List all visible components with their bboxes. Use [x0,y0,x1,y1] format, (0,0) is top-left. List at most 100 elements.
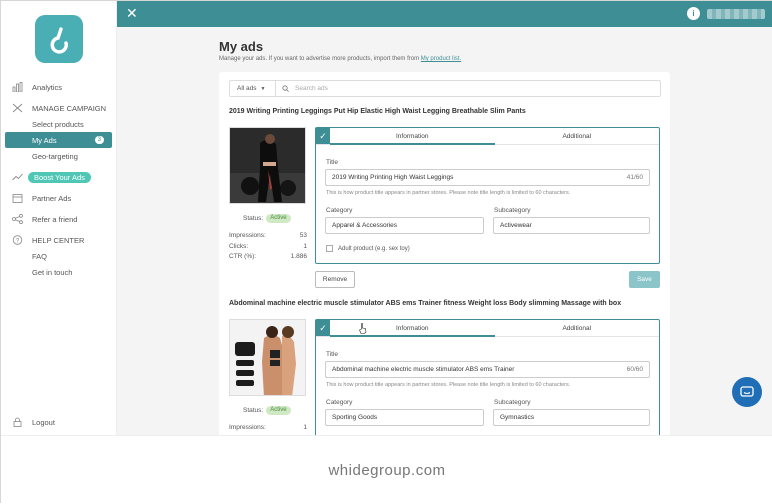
clicks-label: Clicks: [229,242,249,250]
checkbox-icon [326,245,333,252]
app-logo[interactable] [35,15,83,63]
title-field-label: Title [326,351,339,358]
adult-product-label: Adult product (e.g. sex toy) [338,245,410,252]
sidebar-section-help-center: ? HELP CENTER [1,232,117,248]
status-badge: Active [266,214,291,223]
check-icon[interactable]: ✓ [316,128,330,144]
impressions-label: Impressions: [229,232,266,239]
boost-pill: Boost Your Ads [28,171,91,183]
sidebar-item-geo-targeting[interactable]: Geo-targeting [1,148,117,164]
chevron-down-icon: ▼ [260,85,266,92]
impressions-row: Impressions: 1 [229,424,307,435]
ad-edit-form: ✓ Information Additional Title 2019 Writ… [315,127,660,264]
ad-edit-form: ✓ Information Additional Title Abdominal… [315,319,660,435]
sidebar-item-refer-a-friend[interactable]: Refer a friend [1,211,117,227]
category-select[interactable]: Apparel & Accessories [325,217,484,234]
hand-cursor-icon [359,323,367,334]
ctr-label: CTR (%): [229,253,257,260]
chat-button[interactable] [732,377,762,407]
sidebar-item-boost-your-ads[interactable]: Boost Your Ads [1,169,117,185]
title-char-count: 60/60 [626,366,643,373]
tab-information[interactable]: Information [330,320,495,337]
title-field[interactable]: Abdominal machine electric muscle stimul… [325,361,650,378]
calendar-icon [12,193,23,203]
top-bar: ✕ i [117,1,772,27]
impressions-row: Impressions: 53 [229,232,307,243]
trend-icon [12,172,23,182]
ad-form-tabs: ✓ Information Additional [316,320,659,337]
sidebar-item-select-products[interactable]: Select products [1,116,117,132]
sidebar-item-label: FAQ [32,251,48,261]
tab-additional[interactable]: Additional [495,320,660,336]
ad-stats: Impressions: 1 [229,424,307,435]
sidebar-item-label: Get in touch [32,267,73,277]
lock-icon [12,417,23,427]
main-content: My ads Manage your ads. If you want to a… [117,27,772,435]
ads-filter-select-value: All ads [237,85,257,92]
subcategory-value: Gymnastics [500,414,534,421]
sidebar-bottom: Logout [1,414,117,430]
subcategory-select[interactable]: Gymnastics [493,409,650,426]
title-help-text: This is how product title appears in par… [326,190,571,196]
svg-text:?: ? [16,238,20,244]
adult-product-checkbox[interactable]: Adult product (e.g. sex toy) [326,245,410,252]
close-icon[interactable]: ✕ [126,6,138,20]
ad-status-label: Status: [243,407,264,414]
title-field-label: Title [326,159,339,166]
sidebar-item-label: Logout [32,417,55,427]
title-field[interactable]: 2019 Writing Printing High Waist Legging… [325,169,650,186]
impressions-value: 53 [299,232,307,239]
category-select[interactable]: Sporting Goods [325,409,484,426]
check-icon[interactable]: ✓ [316,320,330,336]
app-frame: Analytics MANAGE CAMPAIGN Select product… [0,0,772,504]
sidebar-item-my-ads[interactable]: My Ads 3 [5,132,112,148]
sidebar-item-logout[interactable]: Logout [1,414,117,430]
ad-title: 2019 Writing Printing Leggings Put Hip E… [229,108,526,115]
status-badge: Active [266,406,291,415]
ad-stats: Impressions: 53 Clicks: 1 CTR (%): 1.886 [229,232,307,264]
subcategory-select[interactable]: Activewear [493,217,650,234]
title-char-count: 41/60 [626,174,643,181]
subcategory-label: Subcategory [494,207,531,214]
sidebar-item-partner-ads[interactable]: Partner Ads [1,190,117,206]
help-icon: ? [12,235,23,245]
title-field-value: Abdominal machine electric muscle stimul… [332,366,515,373]
sidebar-item-label: Select products [32,119,84,129]
title-help-text: This is how product title appears in par… [326,382,571,388]
subcategory-label: Subcategory [494,399,531,406]
ads-search-placeholder: Search ads [295,85,328,92]
remove-button[interactable]: Remove [315,271,355,288]
impressions-label: Impressions: [229,424,266,431]
save-button[interactable]: Save [629,271,660,288]
ad-status: Status: Active [243,406,291,415]
my-product-list-link[interactable]: My product list. [421,56,461,62]
sidebar-item-analytics[interactable]: Analytics [1,79,117,95]
sidebar-section-label: HELP CENTER [32,235,85,245]
page-title: My ads [219,39,264,54]
ad-title: Abdominal machine electric muscle stimul… [229,300,622,307]
watermark-footer: whidegroup.com [1,435,772,504]
sidebar: Analytics MANAGE CAMPAIGN Select product… [1,1,117,435]
sidebar-item-label: My Ads [32,135,57,145]
ads-card: All ads ▼ Search ads 2019 Writing Printi… [219,72,670,435]
ads-search-input[interactable]: Search ads [276,81,660,96]
category-value: Sporting Goods [332,414,378,421]
sidebar-section-manage-campaign: MANAGE CAMPAIGN [1,100,117,116]
clicks-value: 1 [303,242,307,250]
page-subtitle: Manage your ads. If you want to advertis… [219,56,461,62]
ads-filter-select[interactable]: All ads ▼ [230,81,276,96]
sidebar-item-get-in-touch[interactable]: Get in touch [1,264,117,280]
tab-information[interactable]: Information [330,128,495,145]
user-menu[interactable] [707,9,765,19]
sidebar-nav: Analytics MANAGE CAMPAIGN Select product… [1,79,117,280]
info-icon[interactable]: i [687,7,700,20]
logo-icon [50,27,68,54]
ads-filter-bar: All ads ▼ Search ads [229,80,661,97]
sidebar-item-faq[interactable]: FAQ [1,248,117,264]
sidebar-section-label: MANAGE CAMPAIGN [32,103,107,113]
sidebar-item-label: Refer a friend [32,214,78,224]
ctr-value: 1.886 [290,253,307,260]
category-label: Category [326,207,353,214]
page-subtitle-text: Manage your ads. If you want to advertis… [219,56,421,62]
tab-additional[interactable]: Additional [495,128,660,144]
